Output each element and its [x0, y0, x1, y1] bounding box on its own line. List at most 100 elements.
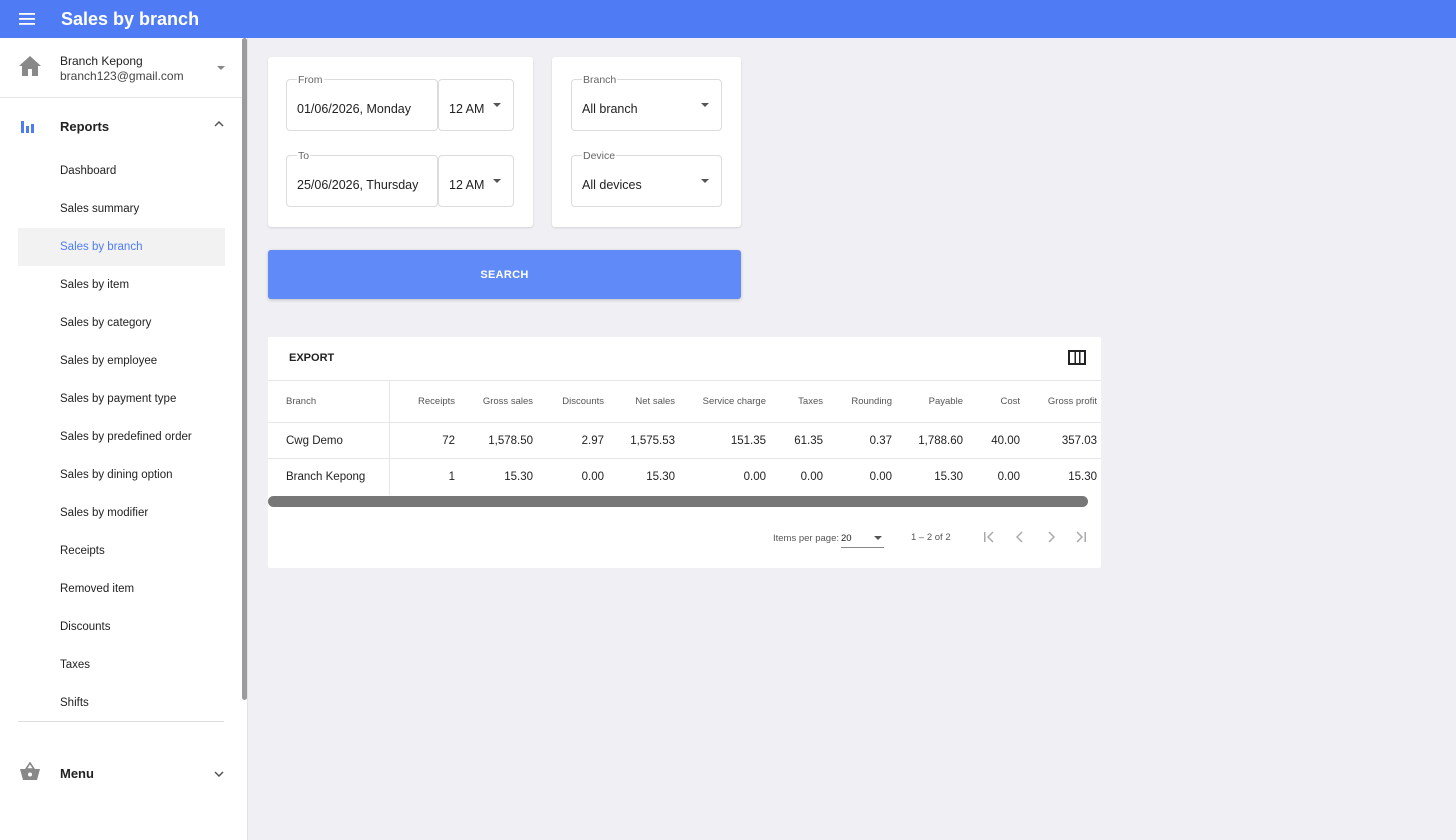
basket-icon [20, 762, 40, 780]
column-header-gross-profit[interactable]: Gross profit [1024, 380, 1101, 423]
items-per-page-value: 20 [841, 533, 852, 544]
device-select[interactable]: Device All devices [571, 150, 722, 207]
dropdown-arrow-icon [493, 103, 501, 107]
cell-service-charge: 151.35 [679, 422, 770, 459]
sidebar-item-receipts[interactable]: Receipts [18, 532, 225, 570]
dropdown-arrow-icon [874, 536, 882, 540]
cell-gross-profit: 357.03 [1024, 422, 1101, 459]
column-header-rounding[interactable]: Rounding [827, 380, 896, 423]
cell-cost: 0.00 [967, 458, 1024, 495]
to-date-field[interactable]: To 25/06/2026, Thursday [286, 150, 438, 207]
sidebar-item-sales-by-branch[interactable]: Sales by branch [18, 228, 225, 266]
hamburger-menu-button[interactable] [0, 0, 54, 38]
sidebar: Branch Kepong branch123@gmail.com Report… [0, 38, 248, 840]
report-table-card: EXPORT Branch Receipts Gross sales Disco… [268, 337, 1101, 568]
column-header-payable[interactable]: Payable [896, 380, 967, 423]
cell-gross-sales: 15.30 [459, 458, 537, 495]
account-switcher[interactable]: Branch Kepong branch123@gmail.com [0, 38, 242, 98]
column-header-gross-sales[interactable]: Gross sales [459, 380, 537, 423]
dropdown-arrow-icon [701, 179, 709, 183]
next-page-icon[interactable] [1044, 530, 1058, 544]
previous-page-icon[interactable] [1013, 530, 1027, 544]
sidebar-scrollbar[interactable] [242, 38, 247, 700]
cell-gross-sales: 1,578.50 [459, 422, 537, 459]
column-header-branch[interactable]: Branch [268, 380, 390, 423]
sidebar-section-reports[interactable]: Reports [0, 100, 242, 150]
sidebar-item-sales-by-employee[interactable]: Sales by employee [18, 342, 225, 380]
column-header-net-sales[interactable]: Net sales [608, 380, 679, 423]
from-date-value: 01/06/2026, Monday [297, 102, 411, 116]
sidebar-item-taxes[interactable]: Taxes [18, 646, 225, 684]
cell-gross-profit: 15.30 [1024, 458, 1101, 495]
cell-discounts: 2.97 [537, 422, 608, 459]
column-header-receipts[interactable]: Receipts [389, 380, 459, 423]
sidebar-item-sales-by-dining-option[interactable]: Sales by dining option [18, 456, 225, 494]
cell-rounding: 0.00 [827, 458, 896, 495]
sidebar-item-shifts[interactable]: Shifts [18, 684, 225, 722]
dropdown-arrow-icon [493, 179, 501, 183]
table-row[interactable]: Branch Kepong 1 15.30 0.00 15.30 0.00 0.… [268, 458, 1101, 495]
column-header-cost[interactable]: Cost [967, 380, 1024, 423]
cell-rounding: 0.37 [827, 422, 896, 459]
table-header-row: Branch Receipts Gross sales Discounts Ne… [268, 380, 1101, 423]
cell-discounts: 0.00 [537, 458, 608, 495]
sidebar-section-menu[interactable]: Menu [0, 748, 242, 798]
bar-chart-icon [21, 121, 34, 133]
to-date-value: 25/06/2026, Thursday [297, 178, 419, 192]
to-time-value: 12 AM [449, 178, 485, 192]
chevron-down-icon [214, 771, 224, 777]
branch-value: All branch [582, 102, 638, 116]
cell-net-sales: 1,575.53 [608, 422, 679, 459]
cell-payable: 1,788.60 [896, 422, 967, 459]
branch-label: Branch [582, 74, 618, 86]
sidebar-item-discounts[interactable]: Discounts [18, 608, 225, 646]
first-page-icon[interactable] [982, 530, 996, 544]
horizontal-scrollbar[interactable] [268, 496, 1088, 507]
sidebar-item-sales-summary[interactable]: Sales summary [18, 190, 225, 228]
to-time-select[interactable]: 12 AM [438, 155, 514, 207]
account-name: Branch Kepong [60, 54, 143, 68]
cell-cost: 40.00 [967, 422, 1024, 459]
column-header-taxes[interactable]: Taxes [770, 380, 827, 423]
branch-filter-card: Branch All branch Device All devices [552, 57, 741, 227]
column-header-discounts[interactable]: Discounts [537, 380, 608, 423]
chevron-up-icon [214, 121, 224, 127]
pagination-range: 1 – 2 of 2 [911, 532, 951, 543]
device-label: Device [582, 150, 617, 162]
from-date-field[interactable]: From 01/06/2026, Monday [286, 74, 438, 131]
cell-payable: 15.30 [896, 458, 967, 495]
sidebar-item-sales-by-item[interactable]: Sales by item [18, 266, 225, 304]
sidebar-item-sales-by-predefined-order[interactable]: Sales by predefined order [18, 418, 225, 456]
date-filter-card: From 01/06/2026, Monday 12 AM To 25/06/2… [268, 57, 533, 227]
items-per-page-select[interactable]: 20 [841, 528, 884, 548]
sidebar-item-removed-item[interactable]: Removed item [18, 570, 225, 608]
cell-service-charge: 0.00 [679, 458, 770, 495]
sidebar-item-sales-by-payment-type[interactable]: Sales by payment type [18, 380, 225, 418]
column-settings-icon[interactable] [1068, 350, 1086, 365]
device-value: All devices [582, 178, 642, 192]
column-header-service-charge[interactable]: Service charge [679, 380, 770, 423]
from-time-value: 12 AM [449, 102, 485, 116]
cell-taxes: 61.35 [770, 422, 827, 459]
sidebar-divider [18, 721, 224, 722]
sidebar-item-sales-by-category[interactable]: Sales by category [18, 304, 225, 342]
cell-branch: Cwg Demo [268, 422, 390, 459]
last-page-icon[interactable] [1074, 530, 1088, 544]
cell-receipts: 1 [389, 458, 459, 495]
sidebar-section-label: Reports [60, 119, 110, 134]
sidebar-item-dashboard[interactable]: Dashboard [18, 152, 225, 190]
cell-taxes: 0.00 [770, 458, 827, 495]
account-email: branch123@gmail.com [60, 69, 184, 83]
dropdown-arrow-icon [701, 103, 709, 107]
table-row[interactable]: Cwg Demo 72 1,578.50 2.97 1,575.53 151.3… [268, 422, 1101, 459]
page-title: Sales by branch [61, 8, 200, 29]
from-label: From [297, 74, 324, 86]
branch-select[interactable]: Branch All branch [571, 74, 722, 131]
from-time-select[interactable]: 12 AM [438, 79, 514, 131]
export-button[interactable]: EXPORT [289, 352, 334, 364]
sidebar-item-sales-by-modifier[interactable]: Sales by modifier [18, 494, 225, 532]
menu-icon [19, 13, 35, 25]
search-button[interactable]: SEARCH [268, 250, 741, 299]
cell-net-sales: 15.30 [608, 458, 679, 495]
home-icon [19, 56, 41, 76]
